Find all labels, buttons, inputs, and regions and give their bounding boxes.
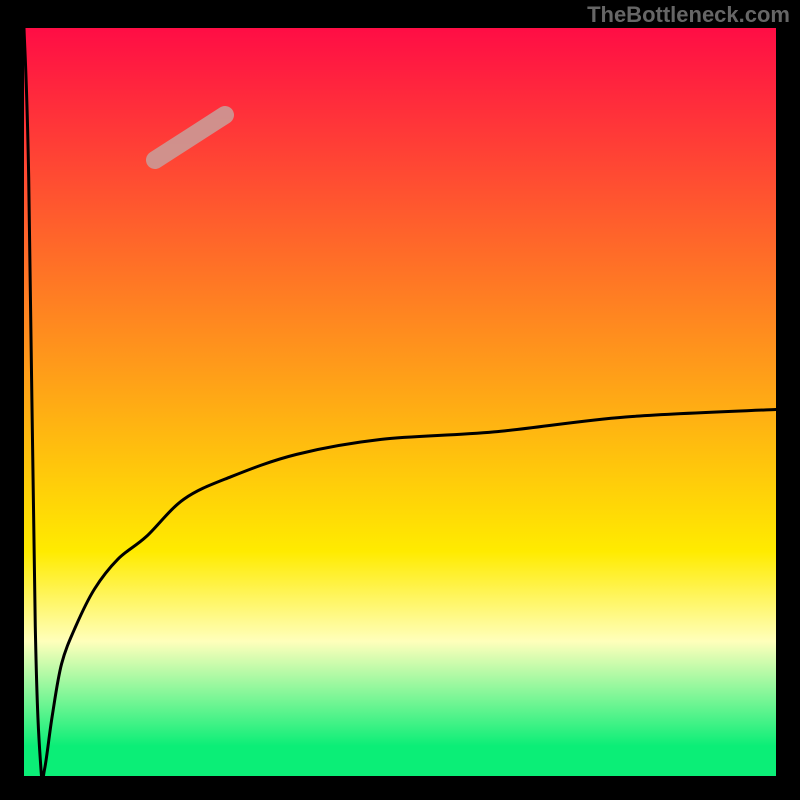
chart-svg [0, 0, 800, 800]
chart-container: TheBottleneck.com [0, 0, 800, 800]
watermark-text: TheBottleneck.com [587, 2, 790, 28]
